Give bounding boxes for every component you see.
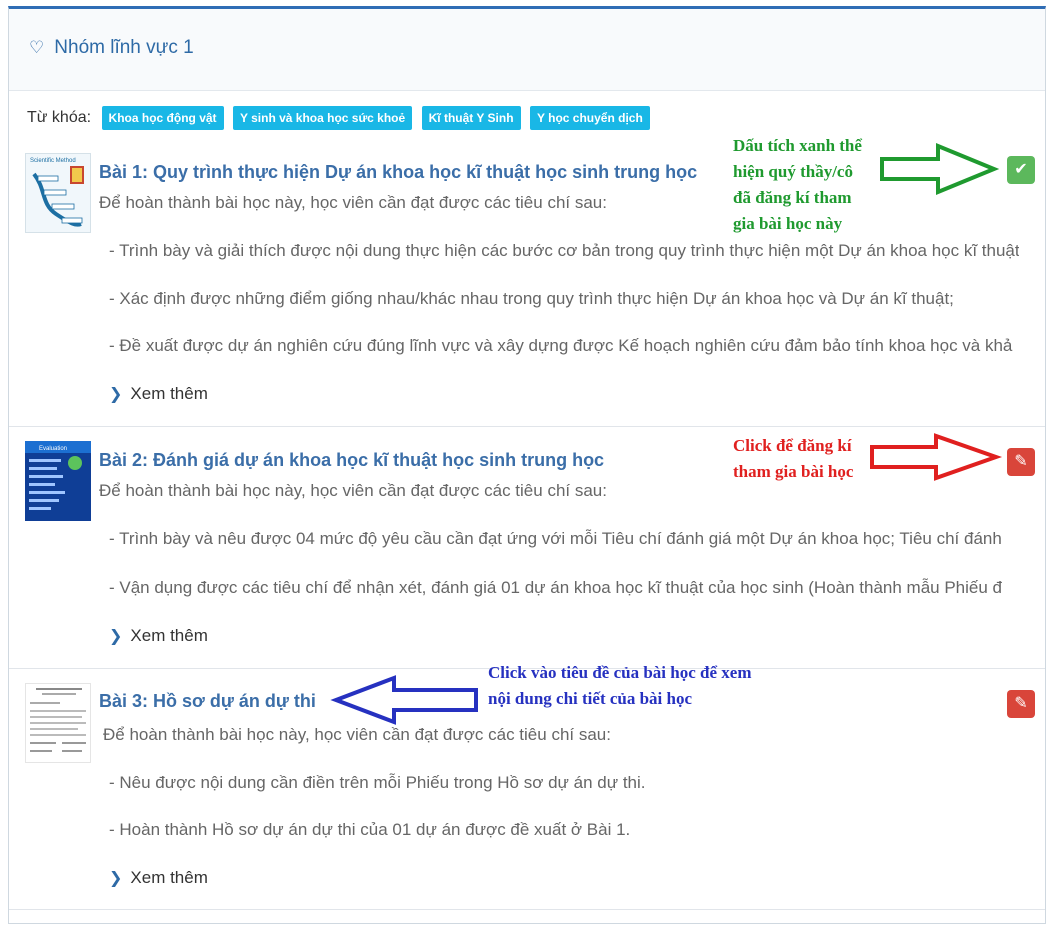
blue-annotation: Click vào tiêu đề của bài học để xem nội… (488, 660, 752, 712)
chevron-right-icon: ❯ (109, 386, 123, 403)
keyword-tag[interactable]: Y học chuyển dịch (530, 106, 650, 130)
green-arrow-icon (880, 143, 1000, 195)
register-button[interactable]: ✎ (1007, 690, 1035, 718)
keyword-row: Từ khóa: Khoa học động vật Y sinh và kho… (27, 106, 655, 130)
see-more-label: Xem thêm (130, 868, 208, 887)
check-icon: ✔ (1014, 161, 1028, 178)
lesson-title-link[interactable]: Bài 1: Quy trình thực hiện Dự án khoa họ… (99, 162, 697, 183)
annotation-line: Click vào tiêu đề của bài học để xem (488, 663, 752, 682)
lesson-criterion: - Trình bày và giải thích được nội dung … (109, 241, 1019, 260)
lesson-intro: Để hoàn thành bài học này, học viên cần … (99, 481, 607, 500)
red-arrow-icon (870, 433, 1003, 481)
lesson-intro: Để hoàn thành bài học này, học viên cần … (103, 725, 611, 744)
see-more-link[interactable]: ❯ Xem thêm (109, 626, 208, 646)
annotation-line: hiện quý thầy/cô (733, 162, 853, 181)
lesson-criterion: - Đề xuất được dự án nghiên cứu đúng lĩn… (109, 336, 1013, 355)
svg-text:Evaluation: Evaluation (39, 446, 67, 452)
lesson-title-link[interactable]: Bài 2: Đánh giá dự án khoa học kĩ thuật … (99, 450, 604, 471)
lesson-intro: Để hoàn thành bài học này, học viên cần … (99, 193, 607, 212)
lesson-divider (9, 426, 1045, 427)
panel-header: ♡ Nhóm lĩnh vực 1 (9, 9, 1045, 91)
lesson-criterion: - Hoàn thành Hồ sơ dự án dự thi của 01 d… (109, 820, 631, 839)
annotation-line: Click để đăng kí (733, 436, 852, 455)
see-more-link[interactable]: ❯ Xem thêm (109, 868, 208, 888)
keyword-tag[interactable]: Khoa học động vật (101, 106, 224, 130)
hand-icon: ♡ (29, 38, 45, 57)
annotation-line: Dấu tích xanh thể (733, 136, 862, 155)
lesson-thumbnail: Evaluation (25, 441, 91, 521)
see-more-link[interactable]: ❯ Xem thêm (109, 384, 208, 404)
annotation-line: tham gia bài học (733, 462, 854, 481)
keyword-tag[interactable]: Kĩ thuật Y Sinh (421, 106, 521, 130)
svg-text:Scientific Method: Scientific Method (30, 158, 76, 164)
registered-check-button[interactable]: ✔ (1007, 156, 1035, 184)
see-more-label: Xem thêm (130, 626, 208, 645)
chevron-right-icon: ❯ (109, 870, 123, 887)
annotation-line: gia bài học này (733, 214, 843, 233)
red-annotation: Click để đăng kí tham gia bài học (733, 433, 853, 485)
pencil-icon: ✎ (1014, 453, 1028, 470)
lesson-criterion: - Vận dụng được các tiêu chí để nhận xét… (109, 578, 1002, 597)
chevron-right-icon: ❯ (109, 628, 123, 645)
keyword-label: Từ khóa: (27, 109, 92, 126)
lesson-criterion: - Xác định được những điểm giống nhau/kh… (109, 289, 954, 308)
lesson-title-link[interactable]: Bài 3: Hồ sơ dự án dự thi (99, 691, 316, 712)
lesson-divider (9, 909, 1045, 910)
blue-arrow-icon (330, 675, 478, 725)
lesson-thumbnail (25, 683, 91, 763)
panel-title: Nhóm lĩnh vực 1 (54, 37, 194, 58)
lesson-thumbnail: Scientific Method (25, 153, 91, 233)
annotation-line: nội dung chi tiết của bài học (488, 689, 693, 708)
register-button[interactable]: ✎ (1007, 448, 1035, 476)
annotation-line: đã đăng kí tham (733, 188, 852, 207)
pencil-icon: ✎ (1014, 695, 1028, 712)
keyword-tag[interactable]: Y sinh và khoa học sức khoẻ (232, 106, 413, 130)
green-annotation: Dấu tích xanh thể hiện quý thầy/cô đã đă… (733, 133, 862, 237)
lesson-criterion: - Nêu được nội dung cần điền trên mỗi Ph… (109, 773, 646, 792)
see-more-label: Xem thêm (130, 384, 208, 403)
lesson-criterion: - Trình bày và nêu được 04 mức độ yêu cầ… (109, 529, 1002, 548)
